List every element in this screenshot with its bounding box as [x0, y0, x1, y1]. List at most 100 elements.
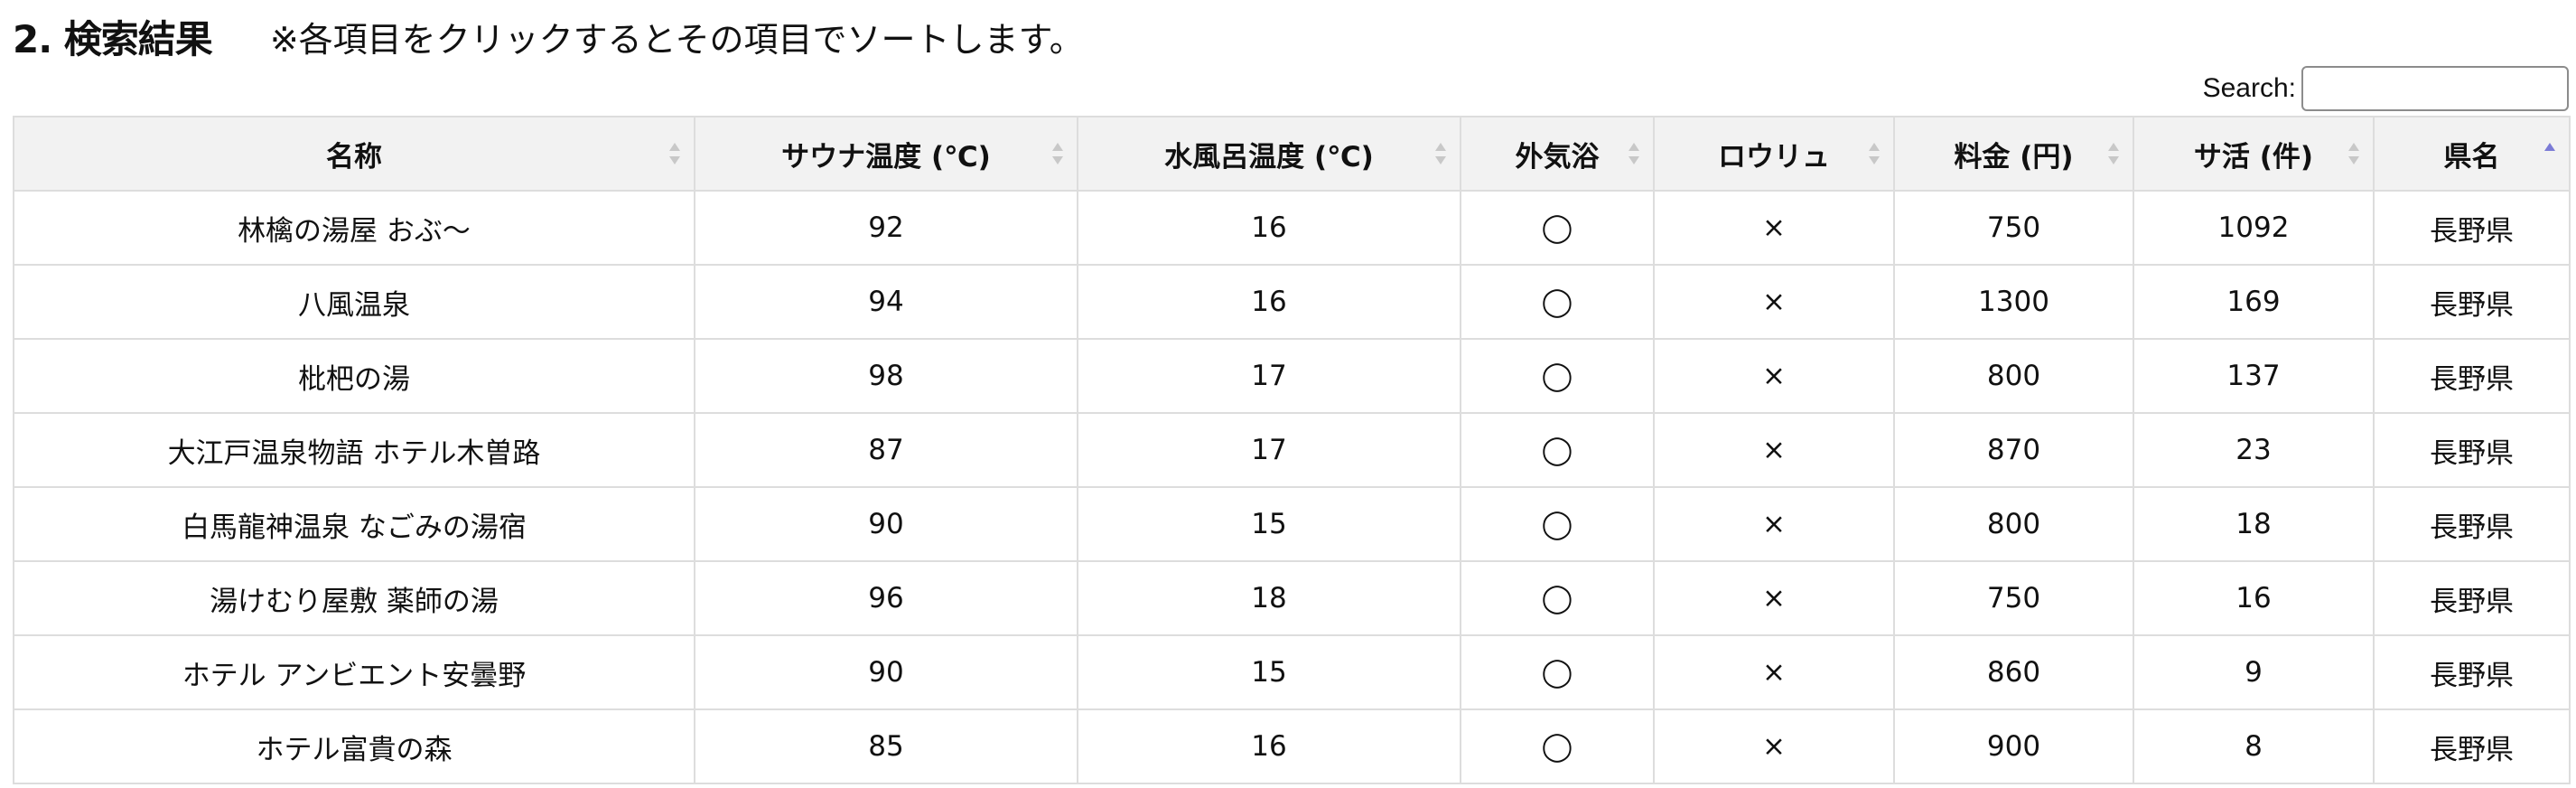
- cell-pref: 長野県: [2373, 634, 2571, 710]
- cell-outdoor: ◯: [1460, 190, 1655, 266]
- column-header-label: 料金 (円): [1954, 140, 2074, 174]
- cell-outdoor: ◯: [1460, 634, 1655, 710]
- sort-instruction-note: ※各項目をクリックするとその項目でソートします。: [269, 19, 1084, 60]
- cell-outdoor: ◯: [1460, 560, 1655, 636]
- cell-outdoor: ◯: [1460, 486, 1655, 562]
- cell-name: 白馬龍神温泉 なごみの湯宿: [13, 486, 695, 562]
- results-table: 名称 サウナ温度 (℃) 水風呂温度 (℃) 外気浴 ロウリュ 料金 (円) サ活 (件) 県…: [13, 116, 2571, 784]
- section-heading: 2. 検索結果 ※各項目をクリックするとその項目でソートします。: [13, 4, 1084, 69]
- cell-water: 17: [1077, 412, 1461, 488]
- cell-sauna: 98: [694, 338, 1078, 414]
- cell-sakatsu: 169: [2133, 264, 2375, 340]
- column-header-price[interactable]: 料金 (円): [1893, 116, 2134, 192]
- sort-both-icon: [668, 140, 681, 167]
- table-row: 枇杷の湯 98 17 ◯ × 800 137 長野県: [13, 338, 2571, 414]
- cell-water: 15: [1077, 634, 1461, 710]
- column-header-label: 外気浴: [1515, 140, 1600, 174]
- cell-sauna: 94: [694, 264, 1078, 340]
- sort-both-icon: [2107, 140, 2120, 167]
- table-row: 大江戸温泉物語 ホテル木曽路 87 17 ◯ × 870 23 長野県: [13, 412, 2571, 488]
- cell-price: 750: [1893, 560, 2134, 636]
- cell-price: 800: [1893, 486, 2134, 562]
- cell-pref: 長野県: [2373, 412, 2571, 488]
- cell-sauna: 96: [694, 560, 1078, 636]
- column-header-sauna[interactable]: サウナ温度 (℃): [694, 116, 1078, 192]
- table-row: 湯けむり屋敷 薬師の湯 96 18 ◯ × 750 16 長野県: [13, 560, 2571, 636]
- sort-both-icon: [2347, 140, 2360, 167]
- table-search: Search:: [2203, 63, 2569, 114]
- cell-sauna: 87: [694, 412, 1078, 488]
- cell-loyly: ×: [1653, 190, 1895, 266]
- cell-name: 大江戸温泉物語 ホテル木曽路: [13, 412, 695, 488]
- cell-water: 18: [1077, 560, 1461, 636]
- cell-sauna: 85: [694, 708, 1078, 784]
- cell-pref: 長野県: [2373, 708, 2571, 784]
- cell-sauna: 90: [694, 486, 1078, 562]
- cell-water: 17: [1077, 338, 1461, 414]
- cell-loyly: ×: [1653, 708, 1895, 784]
- table-row: ホテル アンビエント安曇野 90 15 ◯ × 860 9 長野県: [13, 634, 2571, 710]
- table-row: 八風温泉 94 16 ◯ × 1300 169 長野県: [13, 264, 2571, 340]
- cell-price: 750: [1893, 190, 2134, 266]
- cell-loyly: ×: [1653, 560, 1895, 636]
- cell-pref: 長野県: [2373, 264, 2571, 340]
- cell-water: 16: [1077, 708, 1461, 784]
- cell-sakatsu: 9: [2133, 634, 2375, 710]
- column-header-loyly[interactable]: ロウリュ: [1653, 116, 1895, 192]
- column-header-label: 水風呂温度 (℃): [1164, 140, 1374, 174]
- cell-sakatsu: 137: [2133, 338, 2375, 414]
- column-header-sakatsu[interactable]: サ活 (件): [2133, 116, 2375, 192]
- cell-water: 15: [1077, 486, 1461, 562]
- cell-outdoor: ◯: [1460, 338, 1655, 414]
- column-header-outdoor[interactable]: 外気浴: [1460, 116, 1655, 192]
- cell-loyly: ×: [1653, 412, 1895, 488]
- cell-pref: 長野県: [2373, 486, 2571, 562]
- cell-price: 870: [1893, 412, 2134, 488]
- sort-both-icon: [1051, 140, 1064, 167]
- cell-sakatsu: 23: [2133, 412, 2375, 488]
- cell-name: ホテル アンビエント安曇野: [13, 634, 695, 710]
- cell-name: 林檎の湯屋 おぶ〜: [13, 190, 695, 266]
- cell-water: 16: [1077, 264, 1461, 340]
- cell-price: 1300: [1893, 264, 2134, 340]
- cell-outdoor: ◯: [1460, 412, 1655, 488]
- cell-loyly: ×: [1653, 634, 1895, 710]
- column-header-label: 名称: [326, 140, 382, 174]
- cell-name: 湯けむり屋敷 薬師の湯: [13, 560, 695, 636]
- column-header-label: サ活 (件): [2193, 140, 2314, 174]
- column-header-label: 県名: [2443, 140, 2500, 174]
- cell-pref: 長野県: [2373, 190, 2571, 266]
- cell-sakatsu: 18: [2133, 486, 2375, 562]
- table-body: 林檎の湯屋 おぶ〜 92 16 ◯ × 750 1092 長野県 八風温泉 94 16 ◯ × 1300 1…: [13, 190, 2571, 784]
- cell-name: 枇杷の湯: [13, 338, 695, 414]
- column-header-water[interactable]: 水風呂温度 (℃): [1077, 116, 1461, 192]
- column-header-pref[interactable]: 県名: [2373, 116, 2571, 192]
- sort-both-icon: [1868, 140, 1881, 167]
- cell-sakatsu: 8: [2133, 708, 2375, 784]
- cell-sakatsu: 1092: [2133, 190, 2375, 266]
- cell-name: ホテル富貴の森: [13, 708, 695, 784]
- cell-loyly: ×: [1653, 338, 1895, 414]
- cell-price: 900: [1893, 708, 2134, 784]
- cell-price: 800: [1893, 338, 2134, 414]
- cell-loyly: ×: [1653, 486, 1895, 562]
- sort-ascending-icon: [2543, 140, 2556, 167]
- table-row: 林檎の湯屋 おぶ〜 92 16 ◯ × 750 1092 長野県: [13, 190, 2571, 266]
- sort-both-icon: [1628, 140, 1640, 167]
- search-input[interactable]: [2301, 66, 2569, 111]
- section-title: 2. 検索結果: [13, 16, 213, 61]
- cell-pref: 長野県: [2373, 560, 2571, 636]
- cell-loyly: ×: [1653, 264, 1895, 340]
- search-label: Search:: [2202, 73, 2296, 103]
- column-header-label: サウナ温度 (℃): [781, 140, 991, 174]
- cell-water: 16: [1077, 190, 1461, 266]
- cell-sakatsu: 16: [2133, 560, 2375, 636]
- cell-outdoor: ◯: [1460, 264, 1655, 340]
- column-header-label: ロウリュ: [1718, 140, 1830, 174]
- cell-price: 860: [1893, 634, 2134, 710]
- cell-sauna: 92: [694, 190, 1078, 266]
- column-header-name[interactable]: 名称: [13, 116, 695, 192]
- table-header-row: 名称 サウナ温度 (℃) 水風呂温度 (℃) 外気浴 ロウリュ 料金 (円) サ活 (件) 県…: [13, 116, 2571, 192]
- cell-sauna: 90: [694, 634, 1078, 710]
- cell-outdoor: ◯: [1460, 708, 1655, 784]
